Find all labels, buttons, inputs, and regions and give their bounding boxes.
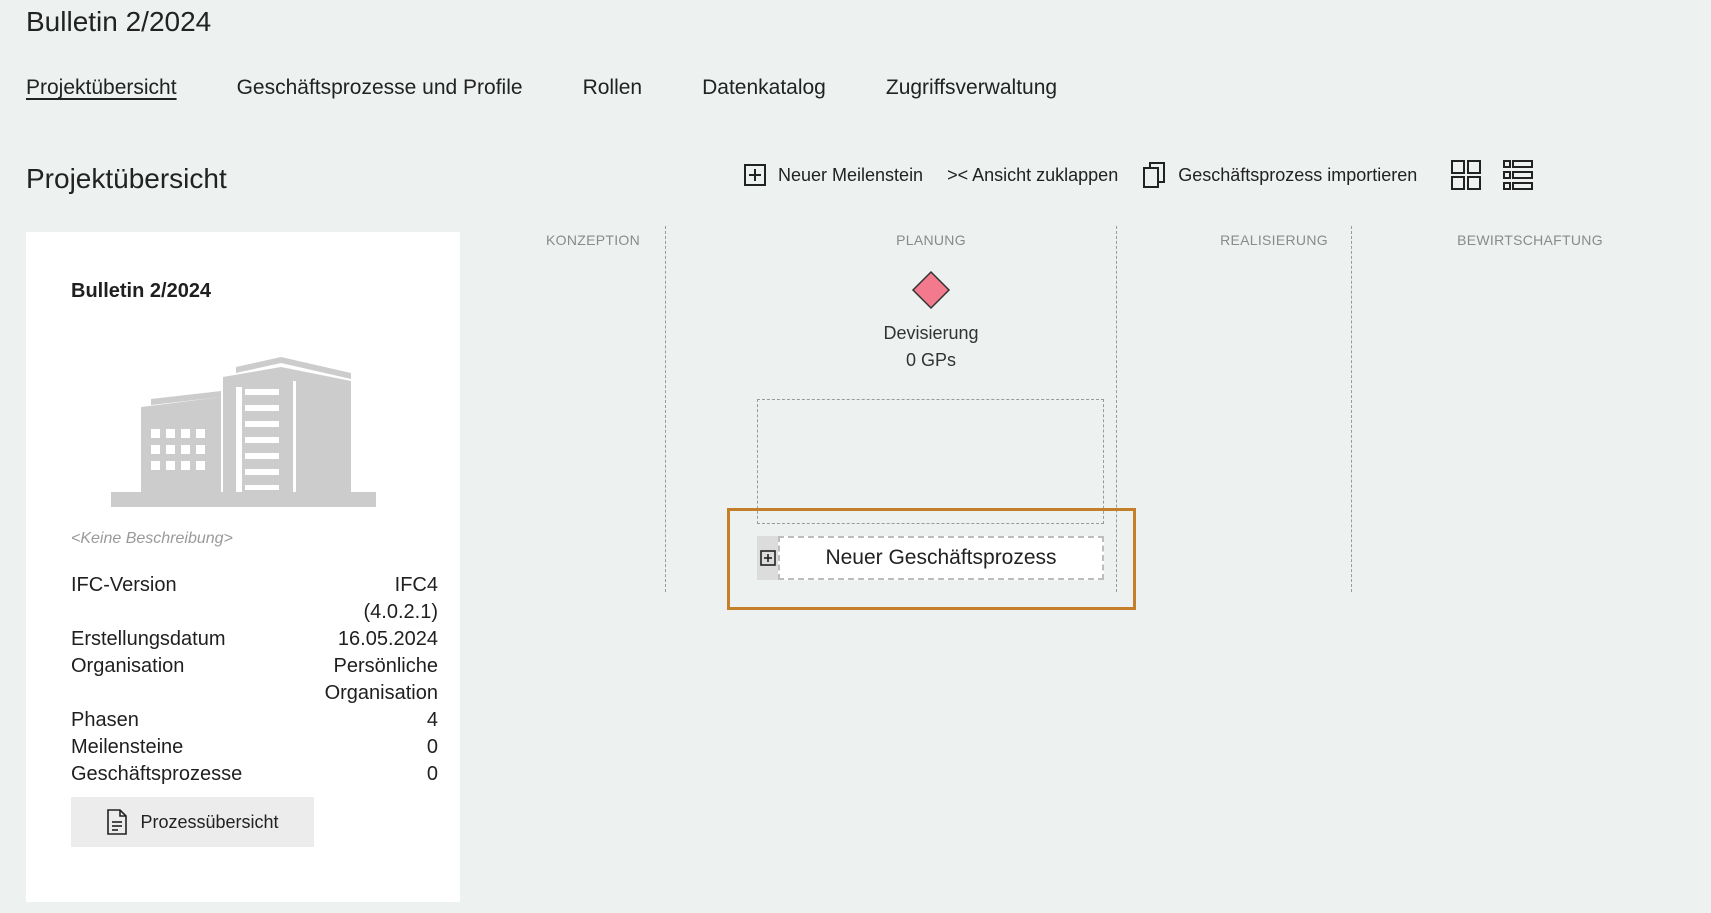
phase-bewirtschaftung: BEWIRTSCHAFTUNG [1457, 232, 1603, 248]
nav-geschaeftsprozesse[interactable]: Geschäftsprozesse und Profile [237, 76, 523, 100]
prop-label: Meilensteine [71, 736, 184, 758]
prop-value: Persönliche Organisation [324, 655, 438, 704]
project-description: <Keine Beschreibung> [71, 530, 233, 547]
phase-konzeption: KONZEPTION [545, 232, 641, 248]
prop-value: 16.05.2024 [337, 628, 438, 650]
project-card: Bulletin 2/2024 <Keine Beschreibung> IFC… [26, 232, 460, 902]
prop-processes: Geschäftsprozesse 0 [71, 761, 438, 788]
phase-realisierung: REALISIERUNG [1220, 232, 1328, 248]
new-process-button[interactable]: Neuer Geschäftsprozess [757, 536, 1104, 580]
page: Bulletin 2/2024 Projektübersicht Geschäf… [0, 0, 1711, 913]
prop-label: Geschäftsprozesse [71, 763, 243, 785]
nav-zugriffsverwaltung[interactable]: Zugriffsverwaltung [886, 76, 1057, 100]
phase-planung: PLANUNG [896, 232, 966, 248]
milestone-count: 0 GPs [905, 350, 957, 370]
grid-view-icon[interactable] [1451, 160, 1482, 190]
prop-created: Erstellungsdatum 16.05.2024 [71, 626, 438, 653]
process-overview-button[interactable]: Prozessübersicht [71, 797, 314, 847]
prop-label: Organisation [71, 655, 185, 677]
add-box-icon [744, 164, 766, 186]
collapse-view-button[interactable]: >< Ansicht zuklappen [947, 165, 1118, 186]
phase-divider [665, 226, 666, 592]
collapse-view-label: >< Ansicht zuklappen [947, 164, 1119, 185]
process-overview-label: Prozessübersicht [140, 811, 279, 832]
prop-organisation: Organisation Persönliche Organisation [71, 653, 438, 707]
prop-value: 0 [426, 763, 438, 785]
milestone-name[interactable]: Devisierung [883, 323, 978, 344]
new-process-label: Neuer Geschäftsprozess [778, 536, 1104, 580]
project-properties: IFC-Version IFC4 (4.0.2.1) Erstellungsdat… [71, 572, 438, 788]
nav-rollen[interactable]: Rollen [583, 76, 643, 100]
milestone-diamond[interactable] [911, 270, 951, 310]
prop-label: Erstellungsdatum [71, 628, 226, 650]
prop-value: 4 [426, 709, 438, 731]
main-nav: Projektübersicht Geschäftsprozesse und P… [26, 76, 1057, 100]
import-process-button[interactable]: Geschäftsprozess importieren [1142, 161, 1417, 189]
prop-ifc-version: IFC-Version IFC4 (4.0.2.1) [71, 572, 438, 626]
process-dropzone[interactable] [757, 399, 1104, 524]
project-title: Bulletin 2/2024 [71, 280, 212, 302]
nav-projektuebersicht[interactable]: Projektübersicht [26, 76, 177, 100]
prop-value: IFC4 (4.0.2.1) [363, 574, 438, 623]
add-box-icon [757, 536, 778, 580]
prop-milestones: Meilensteine 0 [71, 734, 438, 761]
new-milestone-label: Neuer Meilenstein [778, 164, 924, 185]
building-icon [111, 357, 376, 507]
new-milestone-button[interactable]: Neuer Meilenstein [744, 164, 923, 186]
section-title: Projektübersicht [26, 163, 227, 194]
import-process-label: Geschäftsprozess importieren [1178, 164, 1418, 185]
prop-phases: Phasen 4 [71, 707, 438, 734]
copy-icon [1143, 162, 1166, 188]
document-icon [107, 809, 128, 835]
nav-datenkatalog[interactable]: Datenkatalog [702, 76, 826, 100]
phase-divider [1351, 226, 1352, 592]
list-view-icon[interactable] [1503, 160, 1534, 190]
prop-value: 0 [426, 736, 438, 758]
view-switcher [1451, 160, 1534, 190]
toolbar: Neuer Meilenstein >< Ansicht zuklappen G… [744, 160, 1534, 190]
prop-label: IFC-Version [71, 574, 177, 596]
app-title: Bulletin 2/2024 [26, 6, 212, 37]
prop-label: Phasen [71, 709, 139, 731]
